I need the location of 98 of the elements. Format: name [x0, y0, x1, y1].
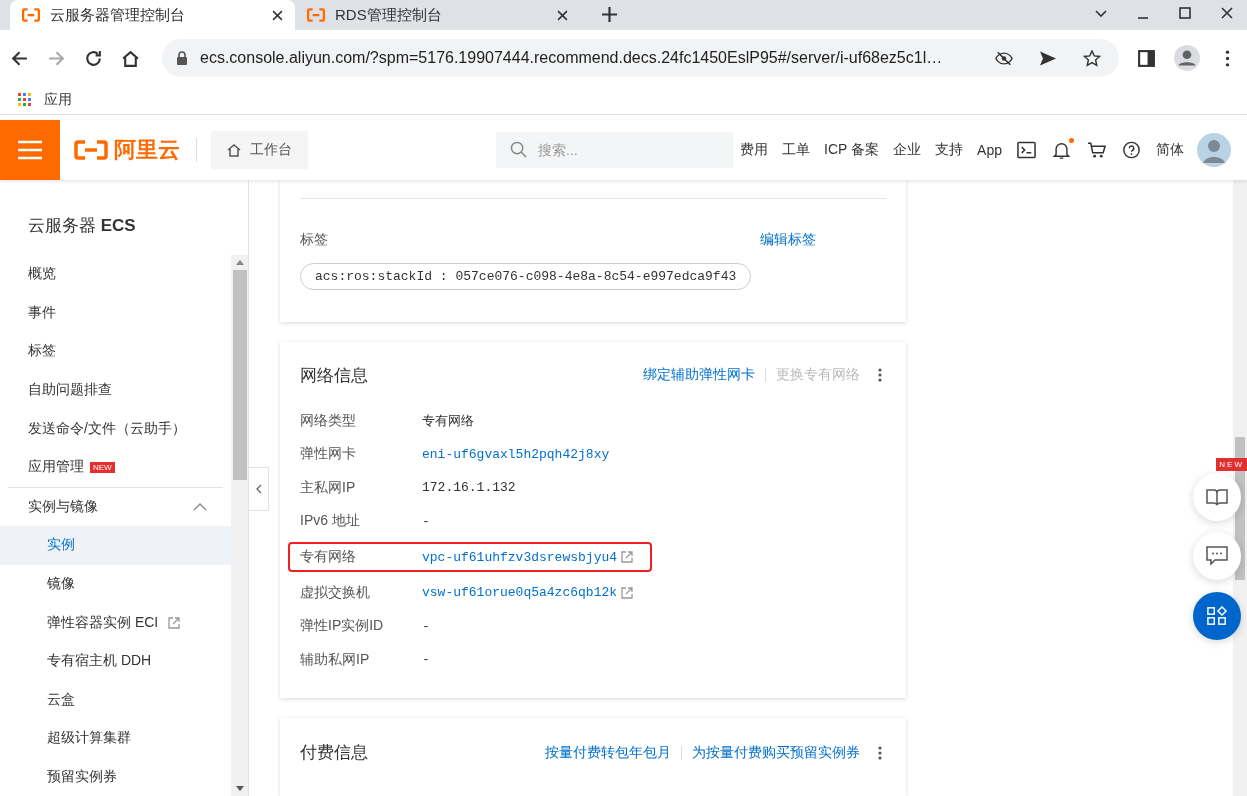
lock-icon: [176, 51, 188, 65]
field-label: 主私网IP: [300, 478, 357, 497]
new-badge: NEW: [1216, 458, 1247, 471]
sidebar-item[interactable]: 事件: [0, 293, 231, 333]
close-icon[interactable]: [272, 9, 283, 21]
home-icon[interactable]: [121, 48, 140, 68]
maximize-icon[interactable]: [1178, 6, 1192, 20]
sidebar-item[interactable]: 标签: [0, 332, 231, 371]
cart-icon[interactable]: [1087, 141, 1106, 159]
sidebar-item[interactable]: 预留实例券: [0, 757, 231, 796]
chat-icon: [1206, 546, 1228, 566]
terminal-icon[interactable]: [1017, 141, 1036, 159]
bookmark[interactable]: 应用: [18, 91, 72, 109]
external-link-icon[interactable]: [621, 586, 634, 599]
action-link[interactable]: 为按量付费购买预留实例券: [692, 743, 860, 762]
cloud-logo-icon: [22, 8, 40, 22]
nav-link[interactable]: 工单: [782, 141, 811, 159]
reload-icon[interactable]: [84, 48, 103, 68]
search-icon: [510, 141, 527, 158]
sidebar-item[interactable]: 镜像: [0, 564, 231, 604]
sidebar-group[interactable]: 实例与镜像: [0, 487, 231, 527]
field-label: 辅助私网IP: [300, 650, 371, 669]
address-bar[interactable]: ecs.console.aliyun.com/?spm=5176.19907444.recommend.decs.24fc1450EslP95#/server/i-uf68ez5c1l…: [162, 39, 1119, 77]
nav-link[interactable]: 费用: [740, 141, 769, 159]
workbench-button[interactable]: 工作台: [211, 131, 308, 169]
eye-off-icon[interactable]: [995, 49, 1013, 67]
collapse-handle[interactable]: [249, 467, 269, 511]
field-value: 172.16.1.132: [422, 480, 516, 496]
search-field[interactable]: 搜索...: [496, 132, 733, 168]
menu-icon: [18, 140, 42, 160]
more-icon[interactable]: [878, 368, 882, 383]
sidebar-item[interactable]: 超级计算集群: [0, 719, 231, 758]
value-link[interactable]: vsw-uf61orue0q5a4zc6qb12k: [422, 585, 618, 601]
browser-tab[interactable]: 云服务器管理控制台: [10, 0, 295, 30]
browser-tab[interactable]: RDS管理控制台: [295, 0, 580, 30]
apps-button[interactable]: [1193, 592, 1241, 640]
action-link[interactable]: 绑定辅助弹性网卡: [643, 366, 755, 385]
field-value: 专有网络: [422, 412, 474, 430]
nav-link[interactable]: ICP 备案: [824, 141, 880, 159]
sidebar-title: 云服务器 ECS: [27, 215, 137, 237]
book-icon: [1206, 487, 1228, 507]
field-label: 标签: [300, 231, 328, 249]
bell-icon[interactable]: [1052, 141, 1071, 159]
help-icon[interactable]: [1122, 141, 1141, 159]
external-link-icon[interactable]: [621, 551, 634, 564]
logo-icon: [74, 140, 108, 160]
close-icon[interactable]: [557, 9, 568, 21]
more-icon[interactable]: [878, 745, 882, 760]
apps-icon: [1206, 606, 1228, 626]
sidebar-item[interactable]: 概览: [0, 255, 231, 294]
cloud-logo-icon: [307, 8, 325, 22]
apps-grid-icon: [18, 93, 32, 107]
field-label: 网络类型: [300, 411, 357, 430]
field-value: -: [422, 513, 430, 529]
scroll-down-icon[interactable]: [235, 786, 244, 791]
chat-button[interactable]: [1193, 532, 1241, 580]
side-panel-icon[interactable]: [1137, 48, 1156, 68]
action-link[interactable]: 按量付费转包年包月: [545, 743, 671, 762]
edit-tags-link[interactable]: 编辑标签: [760, 231, 816, 249]
nav-link[interactable]: 支持: [935, 141, 964, 159]
field-label: 专有网络: [300, 548, 357, 567]
sidebar-item[interactable]: 弹性容器实例 ECI: [0, 603, 231, 642]
new-badge: NEW: [90, 461, 115, 473]
sidebar-item[interactable]: 实例: [0, 526, 231, 565]
star-icon[interactable]: [1083, 49, 1101, 67]
value-link[interactable]: eni-uf6gvaxl5h2pqh42j8xy: [422, 446, 610, 462]
chevron-left-icon: [255, 484, 262, 494]
sidebar-item[interactable]: 云盒: [0, 680, 231, 720]
value-link[interactable]: vpc-uf61uhfzv3dsrewsbjyu4: [422, 549, 618, 565]
sidebar-item[interactable]: 专有宿主机 DDH: [0, 641, 231, 681]
docs-button[interactable]: [1193, 473, 1241, 521]
menu-button[interactable]: [0, 120, 60, 180]
sidebar-item[interactable]: 发送命令/文件（云助手）: [0, 409, 231, 448]
field-value: -: [422, 652, 430, 668]
home-icon: [227, 143, 241, 157]
field-value: -: [422, 618, 430, 634]
field-label: 弹性IP实例ID: [300, 617, 385, 636]
language-link[interactable]: 简体: [1156, 141, 1184, 159]
card-title: 付费信息: [300, 742, 368, 765]
nav-link[interactable]: App: [977, 142, 1002, 158]
field-label: IPv6 地址: [300, 512, 361, 531]
new-tab-icon[interactable]: [602, 7, 617, 22]
send-icon[interactable]: [1039, 49, 1057, 67]
external-link-icon: [168, 616, 181, 629]
card-title: 网络信息: [300, 364, 368, 387]
field-label: 虚拟交换机: [300, 583, 371, 602]
sidebar-item[interactable]: 应用管理 NEW: [0, 447, 231, 487]
logo-text: 阿里云: [114, 136, 180, 164]
profile-icon[interactable]: [1174, 45, 1200, 71]
bookmark-label: 应用: [44, 91, 72, 109]
scrollbar[interactable]: [231, 255, 248, 796]
sidebar-item[interactable]: 自助问题排查: [0, 370, 231, 410]
nav-link[interactable]: 企业: [893, 141, 922, 159]
close-icon[interactable]: [1220, 6, 1234, 20]
caret-icon: [193, 502, 207, 511]
avatar[interactable]: [1197, 133, 1231, 167]
field-label: 弹性网卡: [300, 445, 357, 464]
scroll-up-icon[interactable]: [235, 260, 244, 265]
